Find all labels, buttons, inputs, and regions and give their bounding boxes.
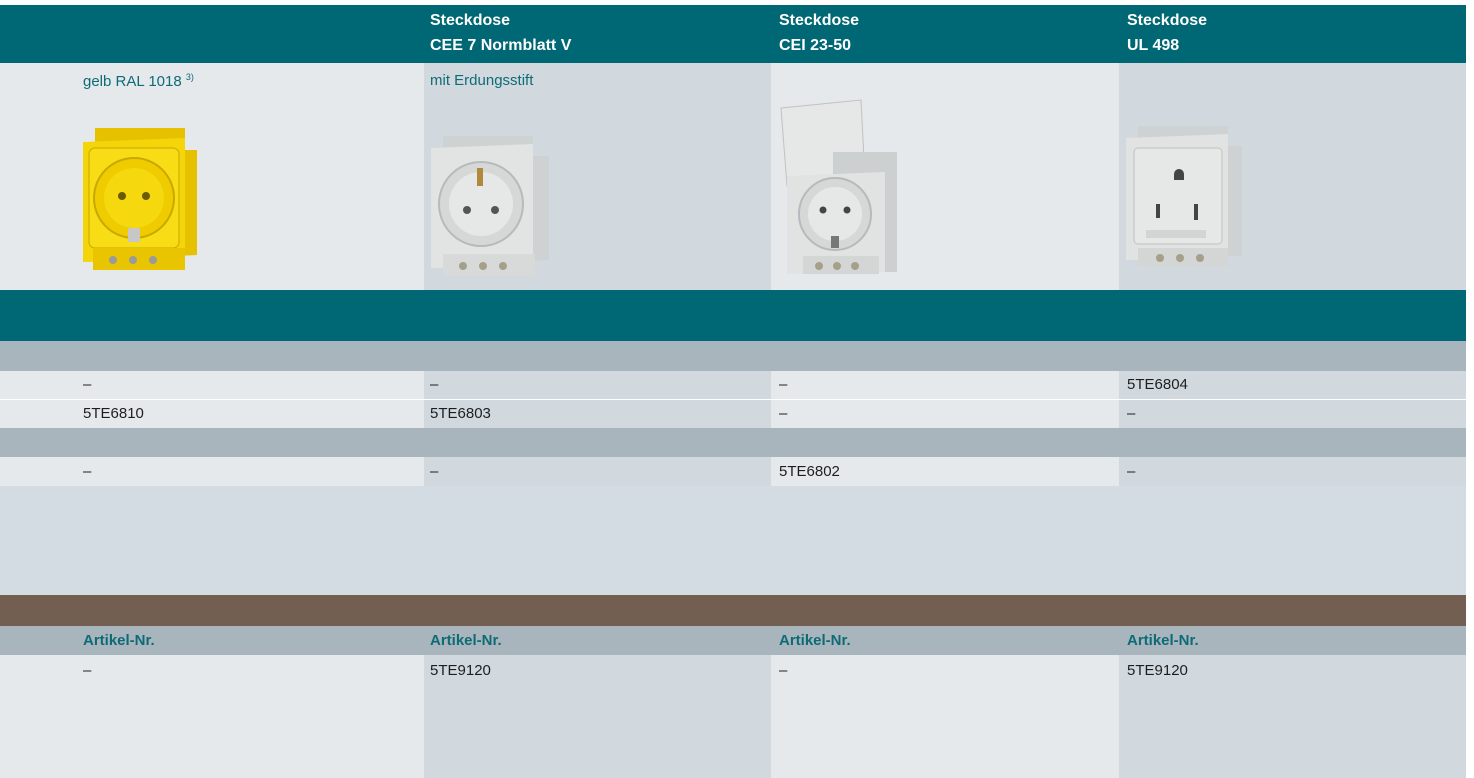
table-cell: – [1127,463,1136,480]
table-cell: – [430,463,439,480]
article-number-label: Artikel-Nr. [1127,632,1199,649]
socket-with-lid-icon [780,99,897,274]
group-row-2 [0,428,1466,457]
table-cell: 5TE6804 [1127,376,1188,393]
gray-socket-pin-icon [431,136,549,276]
ul-socket-icon [1126,126,1242,266]
table-cell: – [1127,405,1136,422]
variant-label-text: gelb RAL 1018 [83,73,182,90]
table-cell: – [430,376,439,393]
accessory-cell-3 [771,655,1119,778]
yellow-socket-icon [83,128,197,270]
article-number-label: Artikel-Nr. [779,632,851,649]
header-col3-line1: Steckdose [779,12,860,29]
table-cell: 5TE6802 [779,463,840,480]
variant-label-pin: mit Erdungsstift [430,72,534,89]
footnote-marker: 3) [185,72,194,82]
right-edge [1466,5,1474,778]
section-band-brown [0,595,1466,626]
accessory-header-row [0,626,1466,655]
header-col4-line1: Steckdose [1127,12,1208,29]
table-cell: – [779,376,788,393]
table-cell: – [83,376,92,393]
accessory-value: – [83,662,92,679]
header-col2-line2: CEE 7 Normblatt V [430,37,572,54]
header-col3-line2: CEI 23-50 [779,37,852,54]
table-cell: 5TE6810 [83,405,144,422]
accessory-value: 5TE9120 [430,662,491,679]
header-col4-line2: UL 498 [1127,37,1180,54]
header-col2-line1: Steckdose [430,12,511,29]
variant-label-yellow: gelb RAL 1018 3) [83,72,194,90]
section-band-teal [0,290,1466,341]
table-cell: 5TE6803 [430,405,491,422]
article-number-label: Artikel-Nr. [83,632,155,649]
article-number-label: Artikel-Nr. [430,632,502,649]
accessory-value: – [779,662,788,679]
header-band [0,5,1466,63]
accessory-cell-1 [0,655,424,778]
table-cell: – [83,463,92,480]
spacer-area [0,486,1466,595]
table-cell: – [779,405,788,422]
accessory-value: 5TE9120 [1127,662,1188,679]
group-row-1 [0,341,1466,371]
